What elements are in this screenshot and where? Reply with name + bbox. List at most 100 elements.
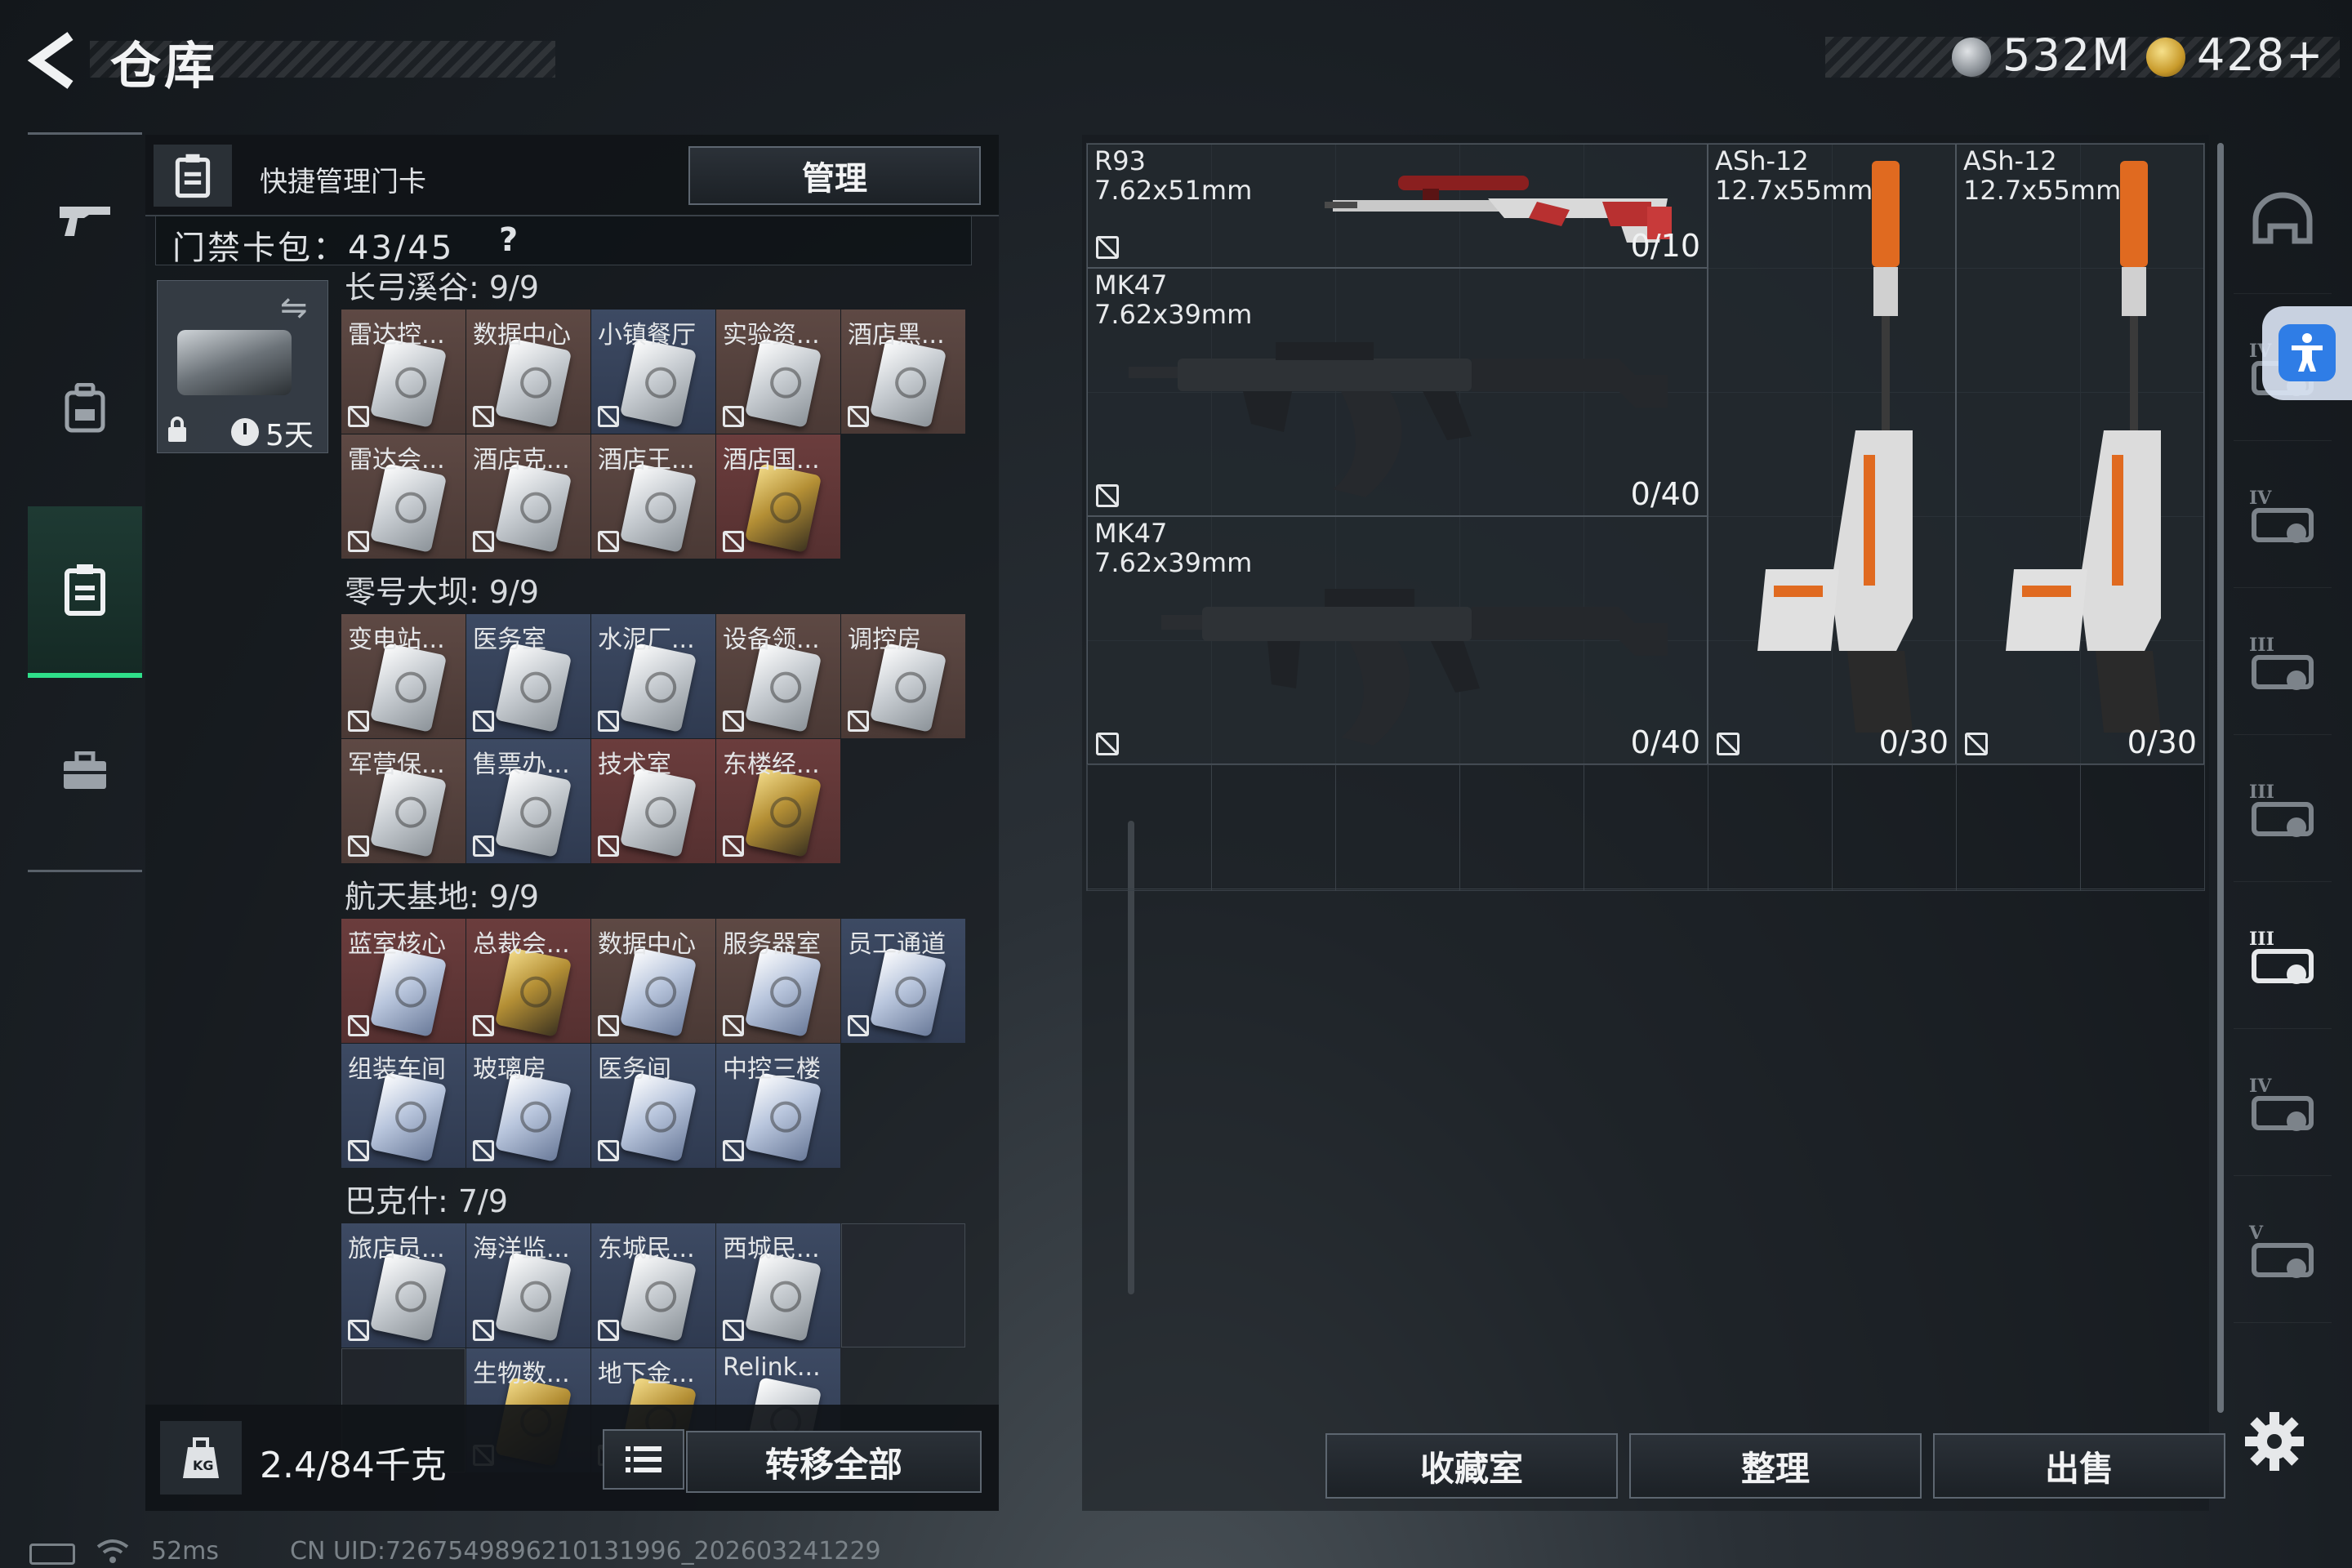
keycard-tile[interactable]: 总裁会...	[466, 919, 590, 1043]
sell-button[interactable]: 出售	[1933, 1433, 2225, 1499]
keycard-image	[369, 1072, 448, 1162]
transfer-all-button[interactable]: 转移全部	[686, 1431, 982, 1493]
keycard-tile[interactable]: 雷达会...	[341, 434, 466, 559]
keycard-name: 变电站...	[348, 626, 445, 654]
helmet-icon	[2252, 192, 2313, 243]
keycard-name: 东楼经...	[723, 751, 820, 779]
list-icon	[626, 1446, 662, 1472]
case-v-icon: V	[2248, 1223, 2314, 1278]
back-button[interactable]	[24, 31, 90, 90]
weapon-item-r93[interactable]: R93 7.62x51mm 0/10	[1087, 144, 1708, 268]
keycard-name: 售票办...	[473, 751, 570, 779]
keycard-tile[interactable]: 海洋监...	[466, 1223, 590, 1348]
keycard-tile[interactable]: 小镇餐厅	[591, 310, 715, 434]
keycard-tile[interactable]: 旅店员...	[341, 1223, 466, 1348]
weapon-item-ash12[interactable]: ASh-12 12.7x55mm 0/30	[1956, 144, 2204, 764]
settings-button[interactable]	[2242, 1409, 2307, 1474]
gold-balance[interactable]: 428+	[2197, 29, 2324, 81]
rig-iii-icon: III	[2249, 635, 2314, 690]
unbindable-icon	[723, 710, 744, 732]
keycard-image	[494, 947, 572, 1037]
keycard-tile[interactable]: 设备领...	[716, 614, 840, 738]
accessibility-button[interactable]	[2262, 306, 2352, 400]
keycard-tile[interactable]: 雷达控...	[341, 310, 466, 434]
keycard-image	[619, 947, 697, 1037]
weapon-name: R93	[1094, 145, 1146, 176]
keycard-holder-slot[interactable]: ⇋ 5天	[157, 280, 328, 453]
rail-rig-iv[interactable]: IV	[2234, 449, 2332, 588]
keycard-tile[interactable]: 技术室	[591, 739, 715, 863]
swap-icon[interactable]: ⇋	[280, 289, 308, 327]
keycard-tile[interactable]: 员工通道	[841, 919, 965, 1043]
keycard-tile[interactable]: 组装车间	[341, 1044, 466, 1168]
keycard-tile[interactable]: 中控三楼	[716, 1044, 840, 1168]
unbindable-icon	[473, 1140, 494, 1161]
ping-value: 52ms	[151, 1537, 220, 1566]
keycard-tile[interactable]: 数据中心	[591, 919, 715, 1043]
keycard-name: 旅店员...	[348, 1235, 445, 1263]
rail-medkit-iv[interactable]: IV	[2234, 1037, 2332, 1176]
rail-gun-case-iii[interactable]: III	[2234, 890, 2332, 1029]
keycard-tile[interactable]: 调控房	[841, 614, 965, 738]
assault-rifle-icon	[1161, 589, 1668, 746]
empty-keycard-slot[interactable]	[841, 1223, 965, 1348]
nav-backpack[interactable]	[28, 335, 142, 482]
keycard-tile[interactable]: 东楼经...	[716, 739, 840, 863]
keycard-header: 快捷管理门卡 管理	[145, 135, 999, 216]
weapon-scrollbar[interactable]	[2217, 143, 2224, 1413]
tidy-button[interactable]: 整理	[1629, 1433, 1922, 1499]
lock-icon	[166, 416, 189, 450]
keycard-tile[interactable]: 玻璃房	[466, 1044, 590, 1168]
keycard-name: Relink...	[723, 1353, 821, 1382]
rail-rig-iii[interactable]: III	[2234, 596, 2332, 735]
keycard-icon	[154, 145, 232, 207]
keycard-tile[interactable]: 医务室	[466, 614, 590, 738]
nav-weapons[interactable]	[28, 147, 142, 294]
keycard-tile[interactable]: 酒店克...	[466, 434, 590, 559]
unbindable-icon	[723, 531, 744, 552]
keycard-name: 服务器室	[723, 930, 821, 959]
collection-room-button[interactable]: 收藏室	[1325, 1433, 1618, 1499]
keycard-tile[interactable]: 西城民...	[716, 1223, 840, 1348]
keycard-image	[494, 1072, 572, 1162]
silver-balance[interactable]: 532M	[2002, 29, 2132, 81]
nav-keycards[interactable]	[28, 506, 142, 678]
unbindable-icon	[723, 1140, 744, 1161]
rail-case-v[interactable]: V	[2234, 1184, 2332, 1323]
svg-text:III: III	[2249, 635, 2274, 656]
weapon-name: MK47	[1094, 270, 1168, 301]
help-button[interactable]: ?	[499, 221, 518, 259]
keycard-tile[interactable]: 水泥厂...	[591, 614, 715, 738]
keycard-tile[interactable]: 变电站...	[341, 614, 466, 738]
unbindable-icon	[848, 710, 869, 732]
svg-text:III: III	[2249, 782, 2274, 803]
keycard-tile[interactable]: 服务器室	[716, 919, 840, 1043]
rail-rig-iii-b[interactable]: III	[2234, 743, 2332, 882]
keycard-tile[interactable]: 军营保...	[341, 739, 466, 863]
weapon-item-ash12[interactable]: ASh-12 12.7x55mm 0/30	[1708, 144, 1956, 764]
nav-toolbox[interactable]	[28, 698, 142, 845]
weapon-item-mk47[interactable]: MK47 7.62x39mm 0/40	[1087, 268, 1708, 516]
keycard-tile[interactable]: 酒店黑...	[841, 310, 965, 434]
keycard-tile[interactable]: 实验资...	[716, 310, 840, 434]
keycard-tile[interactable]: 数据中心	[466, 310, 590, 434]
bag-weight-icon: KG	[160, 1421, 242, 1494]
keycard-tile[interactable]: 医务间	[591, 1044, 715, 1168]
keycard-tile[interactable]: 酒店王...	[591, 434, 715, 559]
weapon-item-mk47[interactable]: MK47 7.62x39mm 0/40	[1087, 516, 1708, 764]
back-arrow-icon	[27, 32, 74, 89]
unbindable-icon	[473, 710, 494, 732]
keycard-tile[interactable]: 酒店国...	[716, 434, 840, 559]
keycard-tile[interactable]: 东城民...	[591, 1223, 715, 1348]
keycard-name: 海洋监...	[473, 1235, 570, 1263]
keycard-groups: 长弓溪谷: 9/9 雷达控... 数据中心 小镇餐厅 实验资... 酒店黑... 雷达会..…	[341, 265, 974, 1548]
rail-helmet[interactable]	[2234, 155, 2332, 294]
manage-button[interactable]: 管理	[688, 146, 981, 205]
unbindable-icon	[723, 1320, 744, 1341]
keycard-tile[interactable]: 售票办...	[466, 739, 590, 863]
unbindable-icon	[348, 1015, 369, 1036]
keycard-grid: 蓝室核心 总裁会... 数据中心 服务器室 员工通道组装车间 玻璃房 医务间 中控三楼	[341, 919, 974, 1168]
keycard-image	[744, 1252, 822, 1342]
keycard-tile[interactable]: 蓝室核心	[341, 919, 466, 1043]
list-view-button[interactable]	[603, 1429, 684, 1490]
